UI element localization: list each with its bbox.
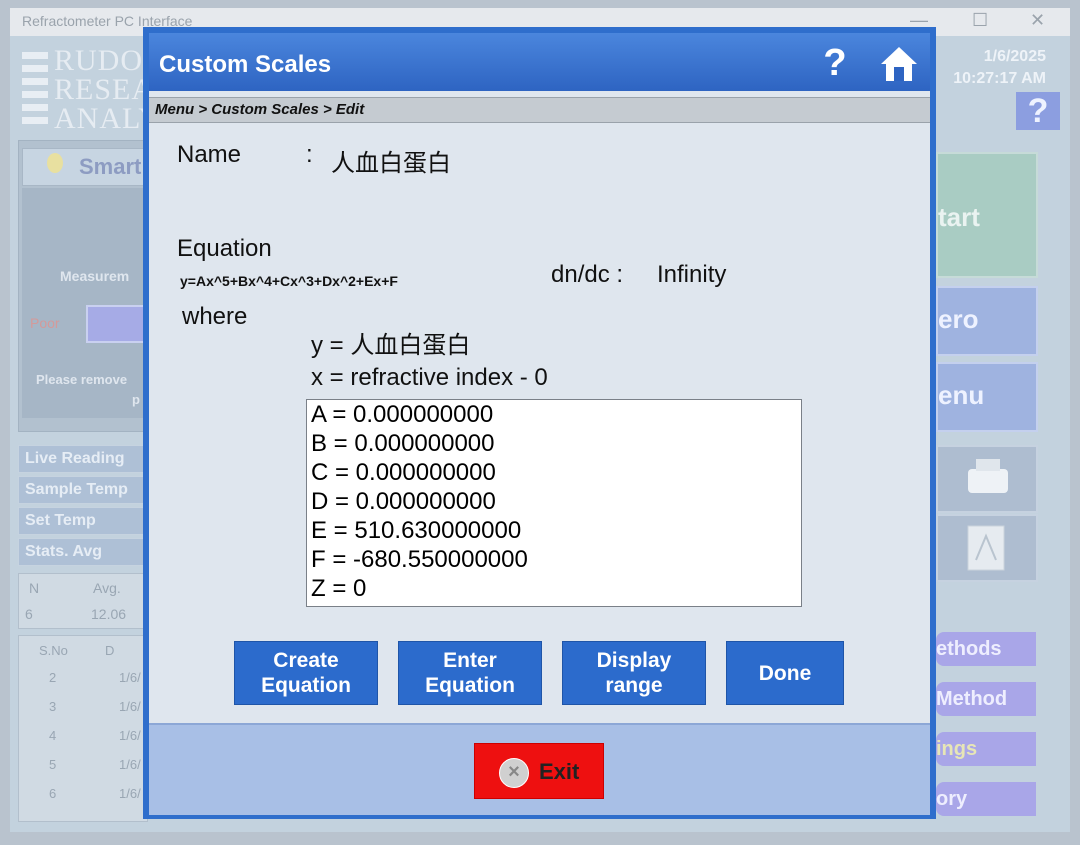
create-equation-button[interactable]: Create Equation (234, 641, 378, 705)
list-item[interactable]: A = 0.000000000 (307, 400, 801, 429)
live-reading-label: Live Reading (18, 445, 146, 473)
date-time: 1/6/2025 10:27:17 AM (953, 46, 1046, 90)
dialog-body: Custom Scales ? Menu > Custom Scales > E… (149, 33, 930, 815)
readings-table: S.No D 2 1/6/ 3 1/6/ 4 1/6/ 5 1/6/ 6 1/6… (18, 635, 148, 822)
printer-icon (968, 459, 1008, 493)
scale-name-value: 人血白蛋白 (331, 150, 451, 177)
quality-poor-label: Poor (30, 315, 60, 331)
name-colon: : (306, 141, 313, 168)
date-label: 1/6/2025 (983, 48, 1046, 65)
table-row: 2 (49, 670, 57, 685)
settings-tab[interactable]: ings (936, 732, 1036, 766)
table-row: 3 (49, 699, 57, 714)
home-icon[interactable] (879, 45, 919, 83)
close-icon[interactable]: ✕ (1030, 10, 1045, 31)
list-item[interactable]: D = 0.000000000 (307, 487, 801, 516)
enter-equation-button[interactable]: Enter Equation (398, 641, 542, 705)
custom-scales-dialog: Custom Scales ? Menu > Custom Scales > E… (143, 27, 936, 819)
done-button[interactable]: Done (726, 641, 844, 705)
logo-icon (22, 52, 48, 130)
zero-button[interactable]: ero (936, 286, 1038, 356)
menu-button[interactable]: enu (936, 362, 1038, 432)
breadcrumb: Menu > Custom Scales > Edit (149, 97, 930, 123)
list-item[interactable]: E = 510.630000000 (307, 516, 801, 545)
print-button[interactable] (936, 445, 1038, 513)
stats-avg-label: Stats. Avg (18, 538, 146, 566)
y-definition: y = 人血白蛋白 (311, 332, 471, 359)
list-item[interactable]: C = 0.000000000 (307, 458, 801, 487)
methods-tab[interactable]: ethods (936, 632, 1036, 666)
help-button[interactable]: ? (817, 43, 853, 83)
dialog-title: Custom Scales (159, 51, 332, 78)
start-button[interactable]: tart (936, 152, 1038, 278)
pdf-button[interactable] (936, 514, 1038, 582)
exit-button[interactable]: × Exit (474, 743, 604, 799)
list-item[interactable]: F = -680.550000000 (307, 545, 801, 574)
table-row: 4 (49, 728, 57, 743)
maximize-icon[interactable]: ☐ (972, 10, 988, 31)
name-label: Name (177, 141, 242, 168)
dialog-header: Custom Scales ? (149, 33, 930, 91)
bg-help-button[interactable]: ? (1016, 92, 1060, 130)
sample-temp-label: Sample Temp (18, 476, 146, 504)
time-label: 10:27:17 AM (953, 70, 1046, 87)
coefficients-listbox[interactable]: A = 0.000000000 B = 0.000000000 C = 0.00… (306, 399, 802, 607)
list-item[interactable]: Z = 0 (307, 574, 801, 603)
equation-formula: y=Ax^5+Bx^4+Cx^3+Dx^2+Ex+F (180, 273, 398, 289)
equation-label: Equation (177, 235, 272, 262)
history-tab[interactable]: ory (936, 782, 1036, 816)
bulb-icon (47, 153, 63, 173)
dndc-label: dn/dc : (551, 261, 624, 288)
table-row: 6 (49, 786, 57, 801)
reading-rows: Live Reading Sample Temp Set Temp Stats.… (18, 445, 146, 569)
quality-bar (86, 305, 150, 343)
where-label: where (182, 303, 248, 330)
dndc-value: Infinity (657, 261, 727, 288)
dialog-footer: × Exit (149, 723, 930, 815)
set-temp-label: Set Temp (18, 507, 146, 535)
table-row: 5 (49, 757, 57, 772)
stats-table: N Avg. 6 12.06 (18, 573, 148, 629)
x-definition: x = refractive index - 0 (311, 364, 548, 391)
close-circle-icon: × (499, 758, 529, 788)
list-item[interactable]: B = 0.000000000 (307, 429, 801, 458)
display-range-button[interactable]: Display range (562, 641, 706, 705)
smart-header: Smart (22, 148, 148, 186)
remove-instructions: Please remove p (36, 372, 140, 407)
measurement-label: Measurem (60, 268, 130, 284)
method-tab[interactable]: Method (936, 682, 1036, 716)
pdf-icon (967, 525, 1005, 571)
